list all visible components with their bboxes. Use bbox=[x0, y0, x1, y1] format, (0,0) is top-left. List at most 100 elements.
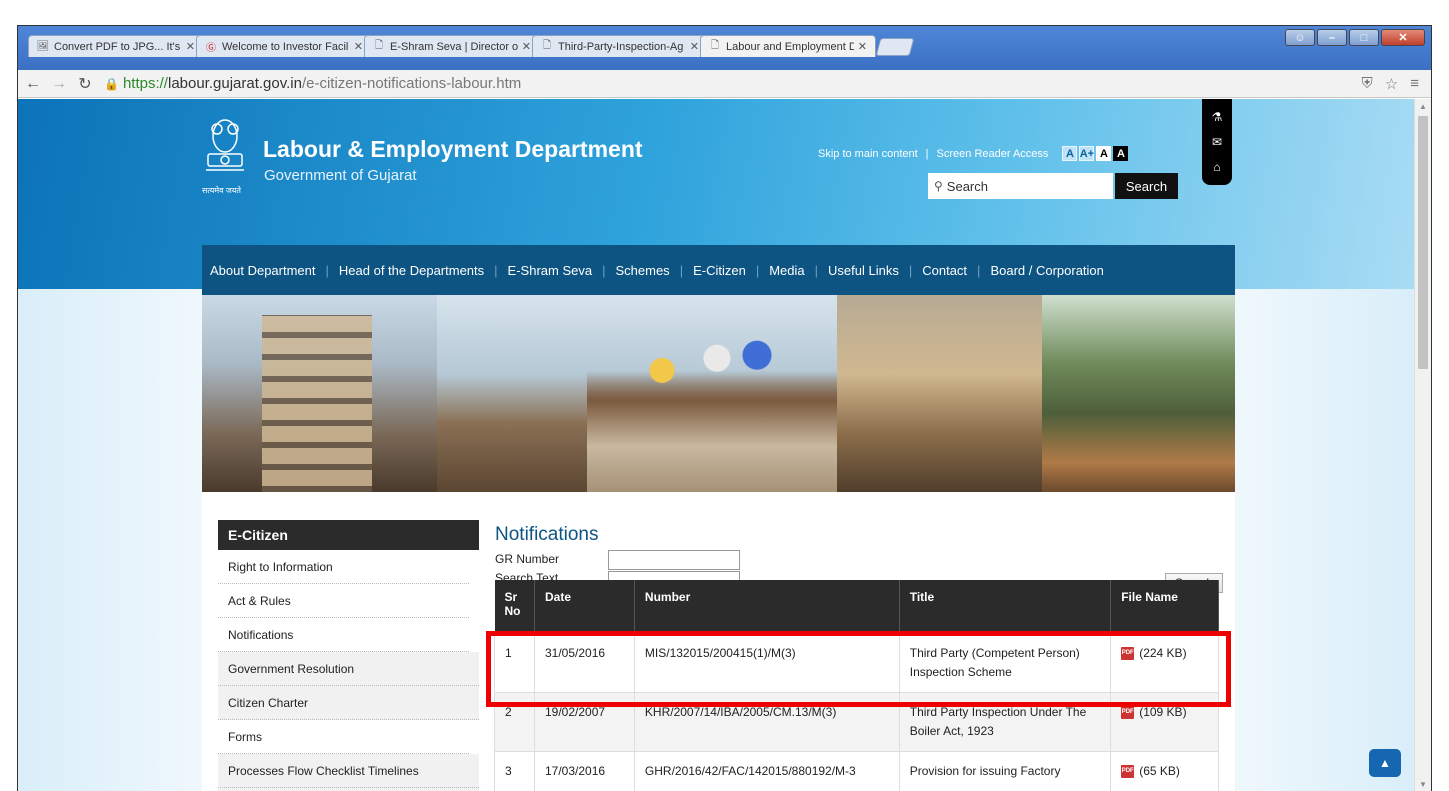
sidebar-item[interactable]: Citizen Charter bbox=[218, 686, 479, 720]
hero-cargo-image bbox=[837, 295, 1042, 492]
scroll-to-top-button[interactable]: ▲ bbox=[1369, 749, 1401, 777]
column-header[interactable]: Sr No bbox=[494, 580, 535, 633]
search-placeholder: Search bbox=[946, 178, 988, 194]
image-icon: 🖼 bbox=[36, 41, 50, 52]
site-search-button[interactable]: Search bbox=[1115, 173, 1178, 199]
sidebar-heading: E-Citizen bbox=[218, 520, 479, 550]
reload-button[interactable]: ↻ bbox=[74, 74, 96, 94]
bookmark-star-icon[interactable]: ☆ bbox=[1385, 75, 1398, 93]
pdf-icon[interactable]: PDF bbox=[1121, 705, 1135, 719]
browser-tab-4[interactable]: 🗋 Third-Party-Inspection-Ag ✕ bbox=[532, 35, 708, 57]
column-header[interactable]: Date bbox=[534, 580, 635, 633]
shield-icon[interactable]: ⛨ bbox=[1362, 75, 1373, 93]
browser-tab-5[interactable]: 🗋 Labour and Employment D ✕ bbox=[700, 35, 876, 57]
sidebar-item[interactable]: Act & Rules bbox=[218, 584, 469, 618]
close-tab-icon[interactable]: ✕ bbox=[354, 40, 363, 53]
menu-item[interactable]: Media bbox=[769, 263, 804, 278]
sidebar-item[interactable]: Notifications bbox=[218, 618, 469, 652]
department-title[interactable]: Labour & Employment Department bbox=[263, 136, 643, 163]
main-menu: About Department | Head of the Departments… bbox=[202, 245, 1235, 295]
close-tab-icon[interactable]: ✕ bbox=[690, 40, 699, 53]
hero-banner-image bbox=[202, 295, 1235, 492]
menu-item[interactable]: Board / Corporation bbox=[990, 263, 1103, 278]
menu-item[interactable]: About Department bbox=[210, 263, 316, 278]
site-search-input[interactable]: ⚲ Search bbox=[928, 173, 1113, 199]
browser-tab-3[interactable]: 🗋 E-Shram Seva | Director of ✕ bbox=[364, 35, 540, 57]
browser-tab-1[interactable]: 🖼 Convert PDF to JPG... It's o ✕ bbox=[28, 35, 204, 57]
back-button[interactable]: ← bbox=[22, 75, 44, 93]
column-header[interactable]: Title bbox=[899, 580, 1112, 633]
menu-separator: | bbox=[325, 262, 329, 278]
page-scrollbar[interactable]: ▲ ▼ bbox=[1414, 99, 1431, 791]
font-size-controls: A A+ A A bbox=[1062, 146, 1129, 161]
menu-item[interactable]: E-Citizen bbox=[693, 263, 746, 278]
scrollbar-thumb[interactable] bbox=[1418, 116, 1428, 369]
minimize-button[interactable]: – bbox=[1317, 29, 1347, 46]
menu-item[interactable]: Contact bbox=[922, 263, 967, 278]
tab-label: Labour and Employment D bbox=[726, 40, 854, 53]
menu-item[interactable]: E-Shram Seva bbox=[508, 263, 593, 278]
contrast-dark-button[interactable]: A bbox=[1113, 146, 1129, 161]
tab-label: Welcome to Investor Facil bbox=[222, 40, 349, 53]
forward-button[interactable]: → bbox=[48, 75, 70, 93]
lock-icon: 🔒 bbox=[104, 76, 119, 91]
department-subtitle: Government of Gujarat bbox=[264, 167, 417, 184]
menu-item[interactable]: Schemes bbox=[615, 263, 669, 278]
maximize-button[interactable]: □ bbox=[1349, 29, 1379, 46]
hero-workers-image bbox=[437, 295, 837, 492]
tab-label: Third-Party-Inspection-Ag bbox=[558, 40, 684, 53]
font-normal-button[interactable]: A bbox=[1062, 146, 1078, 161]
file-size-link[interactable]: (65 KB) bbox=[1139, 764, 1180, 778]
cell-date: 17/03/2016 bbox=[533, 750, 635, 791]
emblem-logo[interactable]: सत्यमेव जयते bbox=[200, 114, 256, 196]
url-path: /e-citizen-notifications-labour.htm bbox=[301, 75, 522, 92]
skip-to-content-link[interactable]: Skip to main content bbox=[818, 148, 918, 160]
mail-icon[interactable]: ✉ bbox=[1212, 135, 1222, 149]
contrast-light-button[interactable]: A bbox=[1096, 146, 1112, 161]
close-tab-icon[interactable]: ✕ bbox=[858, 40, 867, 53]
font-increase-button[interactable]: A+ bbox=[1079, 146, 1095, 161]
sidebar-item[interactable]: Government Resolution bbox=[218, 652, 479, 686]
page-icon: 🗋 bbox=[374, 40, 384, 51]
url-protocol: https:// bbox=[122, 75, 168, 92]
sidebar-item[interactable]: Right to Information bbox=[218, 550, 469, 584]
menu-item[interactable]: Useful Links bbox=[828, 263, 899, 278]
user-icon[interactable]: ☺ bbox=[1285, 29, 1315, 46]
scroll-down-arrow-icon[interactable]: ▼ bbox=[1415, 780, 1431, 789]
pdf-icon[interactable]: PDF bbox=[1121, 764, 1135, 778]
page-icon: 🗋 bbox=[542, 40, 552, 51]
scroll-up-arrow-icon[interactable]: ▲ bbox=[1415, 102, 1431, 111]
cell-sr: 3 bbox=[494, 750, 535, 791]
sidebar-item[interactable]: Processes Flow Checklist Timelines bbox=[218, 754, 479, 788]
column-header[interactable]: Number bbox=[634, 580, 900, 633]
menu-separator: | bbox=[494, 262, 498, 278]
arrow-up-icon: ▲ bbox=[1379, 756, 1391, 770]
menu-separator: | bbox=[814, 262, 819, 278]
gr-number-input[interactable] bbox=[608, 550, 740, 570]
close-tab-icon[interactable]: ✕ bbox=[522, 40, 531, 53]
screen-reader-link[interactable]: Screen Reader Access bbox=[937, 148, 1049, 160]
emblem-icon bbox=[206, 119, 244, 171]
gr-number-label: GR Number bbox=[495, 552, 560, 566]
cell-number: GHR/2016/42/FAC/142015/880192/M-3 bbox=[633, 750, 900, 791]
menu-separator: | bbox=[679, 262, 684, 278]
search-icon: ⚲ bbox=[934, 179, 943, 193]
close-tab-icon[interactable]: ✕ bbox=[186, 40, 195, 53]
close-window-button[interactable]: ✕ bbox=[1381, 29, 1425, 46]
new-tab-button[interactable] bbox=[875, 38, 915, 56]
sitemap-icon[interactable]: ⚗ bbox=[1212, 110, 1223, 124]
sidebar: E-Citizen Right to Information Act & Rule… bbox=[218, 520, 479, 791]
menu-separator: | bbox=[602, 262, 606, 278]
cell-file[interactable]: PDF (65 KB) bbox=[1110, 750, 1219, 791]
menu-item[interactable]: Head of the Departments bbox=[339, 263, 484, 278]
tabs: 🖼 Convert PDF to JPG... It's o ✕ Ⓖ Welcome t… bbox=[28, 35, 915, 57]
sidebar-item[interactable]: Forms bbox=[218, 720, 469, 754]
column-header[interactable]: File Name bbox=[1110, 580, 1219, 633]
menu-icon[interactable]: ≡ bbox=[1410, 75, 1419, 93]
tab-label: Convert PDF to JPG... It's o bbox=[54, 40, 182, 53]
home-icon[interactable]: ⌂ bbox=[1213, 160, 1220, 174]
window-controls: ☺ – □ ✕ bbox=[1285, 29, 1425, 46]
browser-toolbar: ← → ↻ 🔒 https:// labour.gujarat.gov.in /… bbox=[18, 70, 1431, 98]
browser-tab-2[interactable]: Ⓖ Welcome to Investor Facil ✕ bbox=[196, 35, 372, 57]
address-bar[interactable]: 🔒 https:// labour.gujarat.gov.in /e-citi… bbox=[104, 75, 1362, 92]
